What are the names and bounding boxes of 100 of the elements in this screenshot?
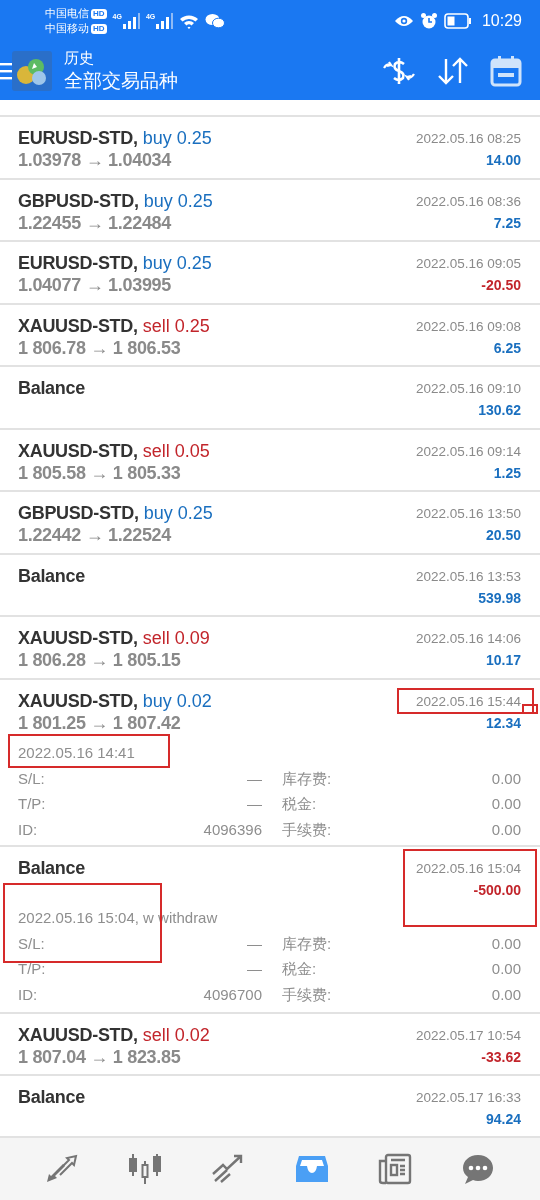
wifi-icon: [179, 13, 200, 29]
chat-app-icon: [205, 13, 226, 29]
close-time: 2022.05.16 09:08: [415, 317, 521, 336]
price-range: 1.22442 → 1.22524: [18, 524, 173, 546]
symbol-label: Balance: [18, 564, 85, 587]
close-time: 2022.05.16 08:36: [415, 192, 521, 211]
close-time: 2022.05.16 14:06: [415, 630, 521, 648]
symbol-label: GBPUSD-STD,: [18, 189, 139, 212]
signal-icon: [121, 13, 140, 29]
symbol-label: GBPUSD-STD,: [18, 502, 139, 524]
price-range: 1 805.58 → 1 805.33: [18, 461, 182, 484]
detail-label: 税金:: [281, 794, 318, 814]
order-type: sell 0.25: [142, 314, 210, 337]
close-time: 2022.05.16 15:44: [415, 692, 521, 711]
detail-value: 0.00: [490, 768, 521, 789]
detail-label: ID:: [18, 819, 39, 840]
symbol-label: EURUSD-STD,: [18, 127, 138, 149]
symbol-label: EURUSD-STD,: [18, 252, 138, 274]
profit-value: 94.24: [485, 1110, 521, 1129]
newspaper-icon: [377, 1153, 412, 1185]
alarm-icon: [419, 12, 438, 30]
detail-label: 库存费:: [281, 933, 333, 954]
order-type: buy 0.25: [142, 252, 212, 274]
order-type: sell 0.05: [142, 439, 210, 462]
symbol-label: XAUUSD-STD,: [18, 314, 138, 337]
candlestick-icon: [128, 1153, 162, 1185]
price-range: 1.03978 → 1.04034: [18, 149, 173, 171]
order-type: buy 0.25: [143, 502, 213, 524]
profit-value: 20.50: [485, 526, 521, 545]
detail-value: 4096396: [202, 819, 262, 840]
order-type: buy 0.25: [143, 189, 213, 212]
detail-value: —: [246, 933, 262, 954]
symbol-label: XAUUSD-STD,: [18, 1023, 138, 1046]
detail-label: 税金:: [281, 959, 318, 979]
symbol-label: Balance: [18, 856, 85, 879]
hd-badge: HD: [91, 23, 107, 34]
price-range: 1 807.04 → 1 823.85: [18, 1045, 182, 1068]
signal-icon: [155, 13, 174, 29]
price-range: 1 801.25 → 1 807.42: [18, 711, 182, 734]
detail-value: 4096700: [202, 984, 262, 1005]
detail-label: 手续费:: [281, 984, 333, 1005]
calendar-icon[interactable]: [490, 55, 522, 87]
profit-value: 10.17: [485, 651, 521, 670]
order-type: buy 0.25: [142, 127, 212, 149]
symbol-label: Balance: [18, 377, 85, 399]
profit-value: 7.25: [493, 213, 521, 233]
profit-value: -20.50: [481, 276, 521, 295]
detail-value: 0.00: [490, 984, 521, 1005]
open-time: 2022.05.16 14:41: [18, 742, 136, 763]
order-type: buy 0.02: [142, 689, 212, 712]
price-range: 1 806.78 → 1 806.53: [18, 336, 182, 359]
chat-icon: [461, 1153, 496, 1185]
detail-label: 库存费:: [281, 768, 333, 789]
symbol-label: Balance: [18, 1086, 85, 1108]
close-time: 2022.05.16 08:25: [415, 130, 521, 148]
profit-value: -500.00: [473, 880, 521, 900]
detail-label: S/L:: [18, 768, 46, 789]
symbol-filter[interactable]: 全部交易品种: [64, 68, 362, 94]
hd-badge: HD: [91, 8, 107, 19]
detail-label: T/P:: [18, 794, 47, 814]
detail-value: 0.00: [490, 819, 521, 840]
symbol-label: XAUUSD-STD,: [18, 439, 138, 462]
diagonal-arrows-icon: [44, 1154, 79, 1184]
profit-value: 539.98: [478, 588, 521, 608]
profit-value: 12.34: [485, 713, 521, 733]
symbol-label: XAUUSD-STD,: [18, 689, 138, 712]
menu-icon[interactable]: [0, 62, 12, 80]
close-time: 2022.05.17 10:54: [415, 1026, 521, 1045]
status-time: 10:29: [481, 12, 522, 30]
detail-value: 0.00: [490, 933, 521, 954]
detail-label: T/P:: [18, 959, 47, 979]
detail-value: —: [246, 768, 262, 789]
inbox-icon: [294, 1154, 329, 1184]
profit-value: 6.25: [493, 338, 521, 358]
carrier-name: 中国移动: [45, 21, 89, 36]
close-time: 2022.05.16 09:05: [415, 255, 521, 273]
detail-label: ID:: [18, 984, 39, 1005]
eye-icon: [393, 14, 414, 28]
close-time: 2022.05.16 13:50: [415, 505, 521, 523]
profit-value: 14.00: [485, 151, 521, 170]
detail-value: 0.00: [490, 959, 521, 979]
close-time: 2022.05.16 09:14: [415, 442, 521, 461]
close-time: 2022.05.16 09:10: [415, 380, 521, 398]
currency-exchange-icon[interactable]: [382, 56, 416, 86]
sort-icon[interactable]: [436, 56, 470, 86]
order-type: sell 0.02: [142, 1023, 210, 1046]
price-range: 1.04077 → 1.03995: [18, 274, 173, 296]
close-time: 2022.05.16 13:53: [415, 567, 521, 586]
detail-value: 0.00: [490, 794, 521, 814]
battery-icon: [443, 13, 472, 29]
detail-value: —: [246, 794, 262, 814]
profit-value: 1.25: [493, 463, 521, 483]
profit-value: -33.62: [481, 1047, 521, 1067]
app-logo-icon: [12, 51, 52, 91]
detail-label: S/L:: [18, 933, 46, 954]
profit-value: 130.62: [478, 401, 521, 420]
price-range: 1.22455 → 1.22484: [18, 211, 173, 234]
order-type: sell 0.09: [142, 627, 210, 649]
carrier-name: 中国电信: [45, 6, 89, 21]
price-range: 1 806.28 → 1 805.15: [18, 649, 182, 671]
